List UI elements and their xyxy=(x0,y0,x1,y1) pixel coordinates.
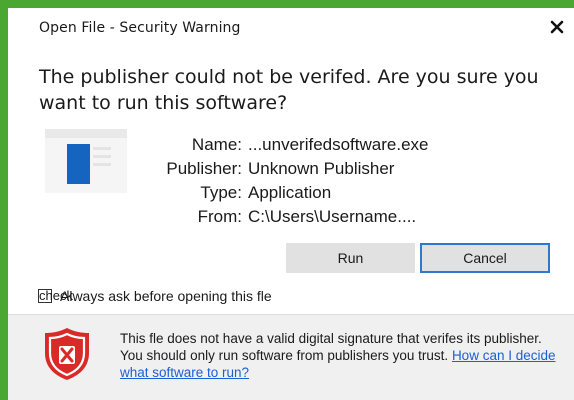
close-button[interactable] xyxy=(546,16,568,38)
detail-value: Application xyxy=(248,183,332,202)
file-details: Name: ...unverifedsoftware.exe Publisher… xyxy=(138,133,428,229)
footer-message: This fle does not have a valid digital s… xyxy=(120,330,560,381)
always-ask-label[interactable]: Always ask before opening this fle xyxy=(60,288,272,304)
detail-value: C:\Users\Username.... xyxy=(248,207,417,226)
run-button[interactable]: Run xyxy=(286,243,415,273)
detail-row-type: Type: Application xyxy=(138,181,428,205)
application-file-icon xyxy=(45,129,127,193)
detail-row-publisher: Publisher: Unknown Publisher xyxy=(138,157,428,181)
detail-row-name: Name: ...unverifedsoftware.exe xyxy=(138,133,429,157)
warning-heading: The publisher could not be verifed. Are … xyxy=(39,66,539,114)
detail-row-from: From: C:\Users\Username.... xyxy=(138,205,428,229)
title-bar: Open File - Security Warning xyxy=(8,8,574,48)
detail-label: Publisher: xyxy=(166,159,242,178)
security-footer: This fle does not have a valid digital s… xyxy=(8,315,574,400)
window-title: Open File - Security Warning xyxy=(39,20,241,36)
detail-label: Name: xyxy=(191,135,242,154)
detail-value: ...unverifedsoftware.exe xyxy=(248,135,429,154)
detail-label: From: xyxy=(197,207,242,226)
security-warning-dialog: Open File - Security Warning The publish… xyxy=(8,8,574,400)
always-ask-checkbox-row[interactable]: check Always ask before opening this fle xyxy=(38,287,272,305)
checkbox-placeholder-text: check xyxy=(39,288,73,303)
close-icon xyxy=(550,20,564,34)
detail-value: Unknown Publisher xyxy=(248,159,395,178)
shield-warning-icon xyxy=(45,328,89,380)
always-ask-checkbox[interactable]: check xyxy=(38,288,73,303)
cancel-button[interactable]: Cancel xyxy=(420,243,550,273)
detail-label: Type: xyxy=(200,183,242,202)
